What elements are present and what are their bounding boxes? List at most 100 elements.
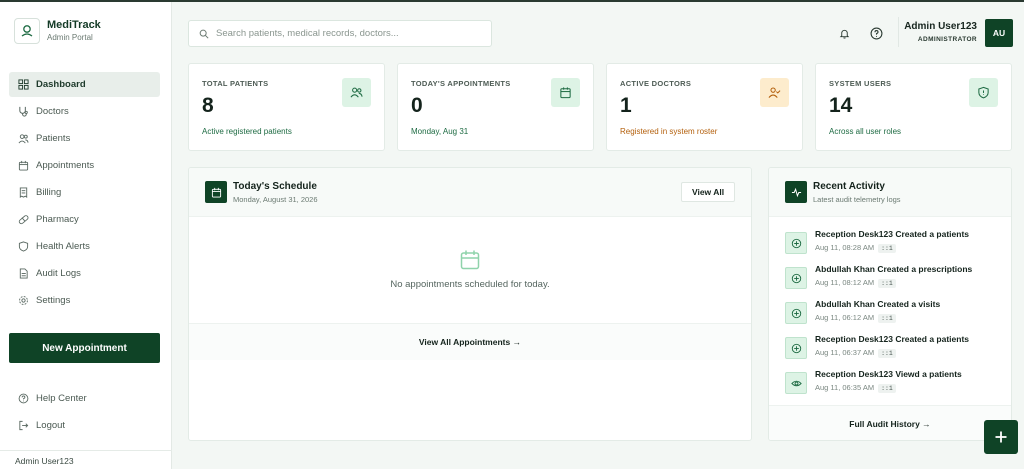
- activity-time: Aug 11, 08:28 AM: [815, 243, 875, 252]
- sidebar-item-patients[interactable]: Patients: [9, 126, 160, 151]
- sidebar-item-audit-logs[interactable]: Audit Logs: [9, 261, 160, 286]
- user-role: ADMINISTRATOR: [917, 36, 977, 43]
- activity-text: Reception Desk123 Viewd a patients: [815, 369, 962, 379]
- activity-item[interactable]: Abdullah Khan Created a prescriptions Au…: [785, 264, 1005, 294]
- help-center-link[interactable]: Help Center: [9, 386, 160, 411]
- activity-ip-chip: ::1: [878, 314, 896, 323]
- todays-schedule-panel: Today's Schedule Monday, August 31, 2026…: [188, 167, 752, 441]
- panel-subtitle: Latest audit telemetry logs: [813, 195, 901, 204]
- sidebar-item-label: Settings: [36, 295, 71, 306]
- activity-item[interactable]: Reception Desk123 Created a patients Aug…: [785, 334, 1005, 364]
- stat-label: TODAY'S APPOINTMENTS: [411, 79, 511, 88]
- stat-subtext: Registered in system roster: [620, 127, 718, 136]
- calendar-icon: [205, 181, 227, 203]
- activity-meta: Aug 11, 08:12 AM::1: [815, 278, 896, 288]
- panel-header: Recent Activity Latest audit telemetry l…: [769, 168, 1011, 217]
- users-icon: [18, 134, 29, 144]
- activity-text: Reception Desk123 Created a patients: [815, 334, 970, 344]
- stat-label: ACTIVE DOCTORS: [620, 79, 692, 88]
- activity-meta: Aug 11, 06:12 AM::1: [815, 313, 896, 323]
- avatar[interactable]: AU: [985, 19, 1013, 47]
- activity-item[interactable]: Abdullah Khan Created a visits Aug 11, 0…: [785, 299, 1005, 329]
- full-audit-history-link[interactable]: Full Audit History →: [769, 405, 1011, 440]
- brand-name: MediTrack: [47, 19, 101, 31]
- user-menu[interactable]: Admin User123 ADMINISTRATOR: [904, 21, 977, 43]
- sidebar-item-billing[interactable]: Billing: [9, 180, 160, 205]
- stat-card-total-patients: TOTAL PATIENTS 8 Active registered patie…: [188, 63, 385, 151]
- sidebar-item-label: Dashboard: [36, 79, 86, 90]
- activity-ip-chip: ::1: [878, 384, 896, 393]
- logout-icon: [19, 420, 29, 431]
- logo-icon: [14, 18, 40, 44]
- floating-add-button[interactable]: [984, 420, 1018, 454]
- activity-text: Abdullah Khan Created a prescriptions: [815, 264, 973, 274]
- activity-time: Aug 11, 06:12 AM: [815, 313, 875, 322]
- file-icon: [19, 268, 28, 279]
- notifications-button[interactable]: [834, 23, 854, 43]
- plus-circle-icon: [785, 267, 807, 289]
- receipt-icon: [19, 187, 28, 198]
- sidebar-item-settings[interactable]: Settings: [9, 288, 160, 313]
- logout-label: Logout: [36, 420, 66, 431]
- panel-title: Today's Schedule: [233, 181, 317, 192]
- sidebar-item-health-alerts[interactable]: Health Alerts: [9, 234, 160, 259]
- activity-time: Aug 11, 06:37 AM: [815, 348, 875, 357]
- sidebar-item-label: Appointments: [36, 160, 95, 171]
- help-icon: [870, 27, 882, 39]
- brand-subtitle: Admin Portal: [47, 33, 93, 42]
- view-all-button[interactable]: View All: [681, 182, 735, 202]
- plus-circle-icon: [785, 337, 807, 359]
- help-button[interactable]: [866, 23, 886, 43]
- new-appointment-button[interactable]: New Appointment: [9, 333, 160, 363]
- view-all-appointments-link[interactable]: View All Appointments →: [189, 323, 751, 360]
- stat-card-active-doctors: ACTIVE DOCTORS 1 Registered in system ro…: [606, 63, 803, 151]
- activity-meta: Aug 11, 06:37 AM::1: [815, 348, 896, 358]
- calendar-empty-icon: [460, 250, 480, 270]
- eye-icon: [785, 372, 807, 394]
- sidebar-item-pharmacy[interactable]: Pharmacy: [9, 207, 160, 232]
- sidebar-footer-user: Admin User123: [15, 456, 74, 466]
- sidebar-item-appointments[interactable]: Appointments: [9, 153, 160, 178]
- plus-circle-icon: [785, 302, 807, 324]
- logout-link[interactable]: Logout: [9, 413, 160, 438]
- stat-value: 0: [411, 94, 423, 117]
- brand[interactable]: MediTrack Admin Portal: [14, 18, 101, 44]
- plus-circle-icon: [785, 232, 807, 254]
- activity-ip-chip: ::1: [878, 244, 896, 253]
- sidebar-nav: Dashboard Doctors Patients Appointments …: [9, 72, 160, 315]
- activity-time: Aug 11, 08:12 AM: [815, 278, 875, 287]
- calendar-icon: [551, 78, 580, 107]
- grid-icon: [18, 79, 29, 90]
- stat-label: TOTAL PATIENTS: [202, 79, 269, 88]
- stat-value: 1: [620, 94, 632, 117]
- panel-date: Monday, August 31, 2026: [233, 195, 318, 204]
- users-icon: [342, 78, 371, 107]
- sidebar-item-label: Billing: [36, 187, 62, 198]
- user-name: Admin User123: [904, 21, 977, 32]
- sidebar-item-label: Doctors: [36, 106, 69, 117]
- sidebar-item-doctors[interactable]: Doctors: [9, 99, 160, 124]
- panel-header: Today's Schedule Monday, August 31, 2026…: [189, 168, 751, 217]
- user-check-icon: [760, 78, 789, 107]
- sidebar-bottom: Help Center Logout: [9, 386, 160, 440]
- recent-activity-panel: Recent Activity Latest audit telemetry l…: [768, 167, 1012, 441]
- sidebar-divider: [0, 450, 172, 451]
- stat-value: 8: [202, 94, 214, 117]
- activity-item[interactable]: Reception Desk123 Viewd a patients Aug 1…: [785, 369, 1005, 399]
- stat-card-system-users: SYSTEM USERS 14 Across all user roles: [815, 63, 1012, 151]
- header-divider: [898, 17, 899, 47]
- empty-state-text: No appointments scheduled for today.: [390, 279, 550, 290]
- activity-ip-chip: ::1: [878, 349, 896, 358]
- activity-time: Aug 11, 06:35 AM: [815, 383, 875, 392]
- sidebar-item-label: Patients: [36, 133, 71, 144]
- activity-ip-chip: ::1: [878, 279, 896, 288]
- sidebar-item-label: Health Alerts: [36, 241, 90, 252]
- shield-icon: [18, 241, 29, 252]
- activity-icon: [785, 181, 807, 203]
- sidebar-item-dashboard[interactable]: Dashboard: [9, 72, 160, 97]
- sidebar: MediTrack Admin Portal Dashboard Doctors…: [0, 2, 172, 469]
- activity-item[interactable]: Reception Desk123 Created a patients Aug…: [785, 229, 1005, 259]
- activity-text: Reception Desk123 Created a patients: [815, 229, 970, 239]
- bell-icon: [839, 29, 849, 39]
- search-input[interactable]: Search patients, medical records, doctor…: [188, 20, 492, 47]
